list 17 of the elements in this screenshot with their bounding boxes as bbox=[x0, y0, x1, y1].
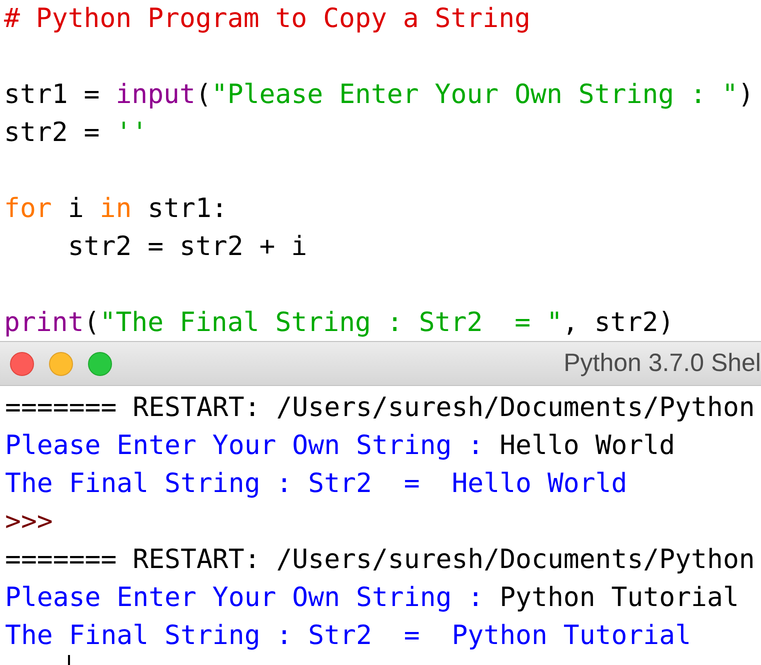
close-button[interactable] bbox=[10, 352, 34, 376]
shell-line: The Final String : Str2 = Python Tutorial bbox=[5, 619, 692, 653]
window-title: Python 3.7.0 Shel bbox=[564, 348, 761, 379]
code-line: print("The Final String : Str2 = ", str2) bbox=[4, 306, 674, 340]
maximize-button[interactable] bbox=[88, 352, 112, 376]
shell-line: ======= RESTART: /Users/suresh/Documents/Python bbox=[5, 543, 755, 577]
shell-line: Please Enter Your Own String : Python Tutorial bbox=[5, 581, 739, 615]
shell-line: ======= RESTART: /Users/suresh/Documents/Python bbox=[5, 391, 755, 425]
code-line: for i in str1: bbox=[4, 192, 228, 226]
code-line: str2 = '' bbox=[4, 116, 148, 150]
code-line: # Python Program to Copy a String bbox=[4, 2, 530, 36]
shell-line: Please Enter Your Own String : Hello World bbox=[5, 429, 676, 463]
code-line: str1 = input("Please Enter Your Own String : ") bbox=[4, 78, 754, 112]
shell-line: The Final String : Str2 = Hello World bbox=[5, 467, 628, 501]
minimize-button[interactable] bbox=[49, 352, 73, 376]
code-line: str2 = str2 + i bbox=[66, 230, 308, 264]
shell-line: >>> bbox=[5, 505, 53, 539]
